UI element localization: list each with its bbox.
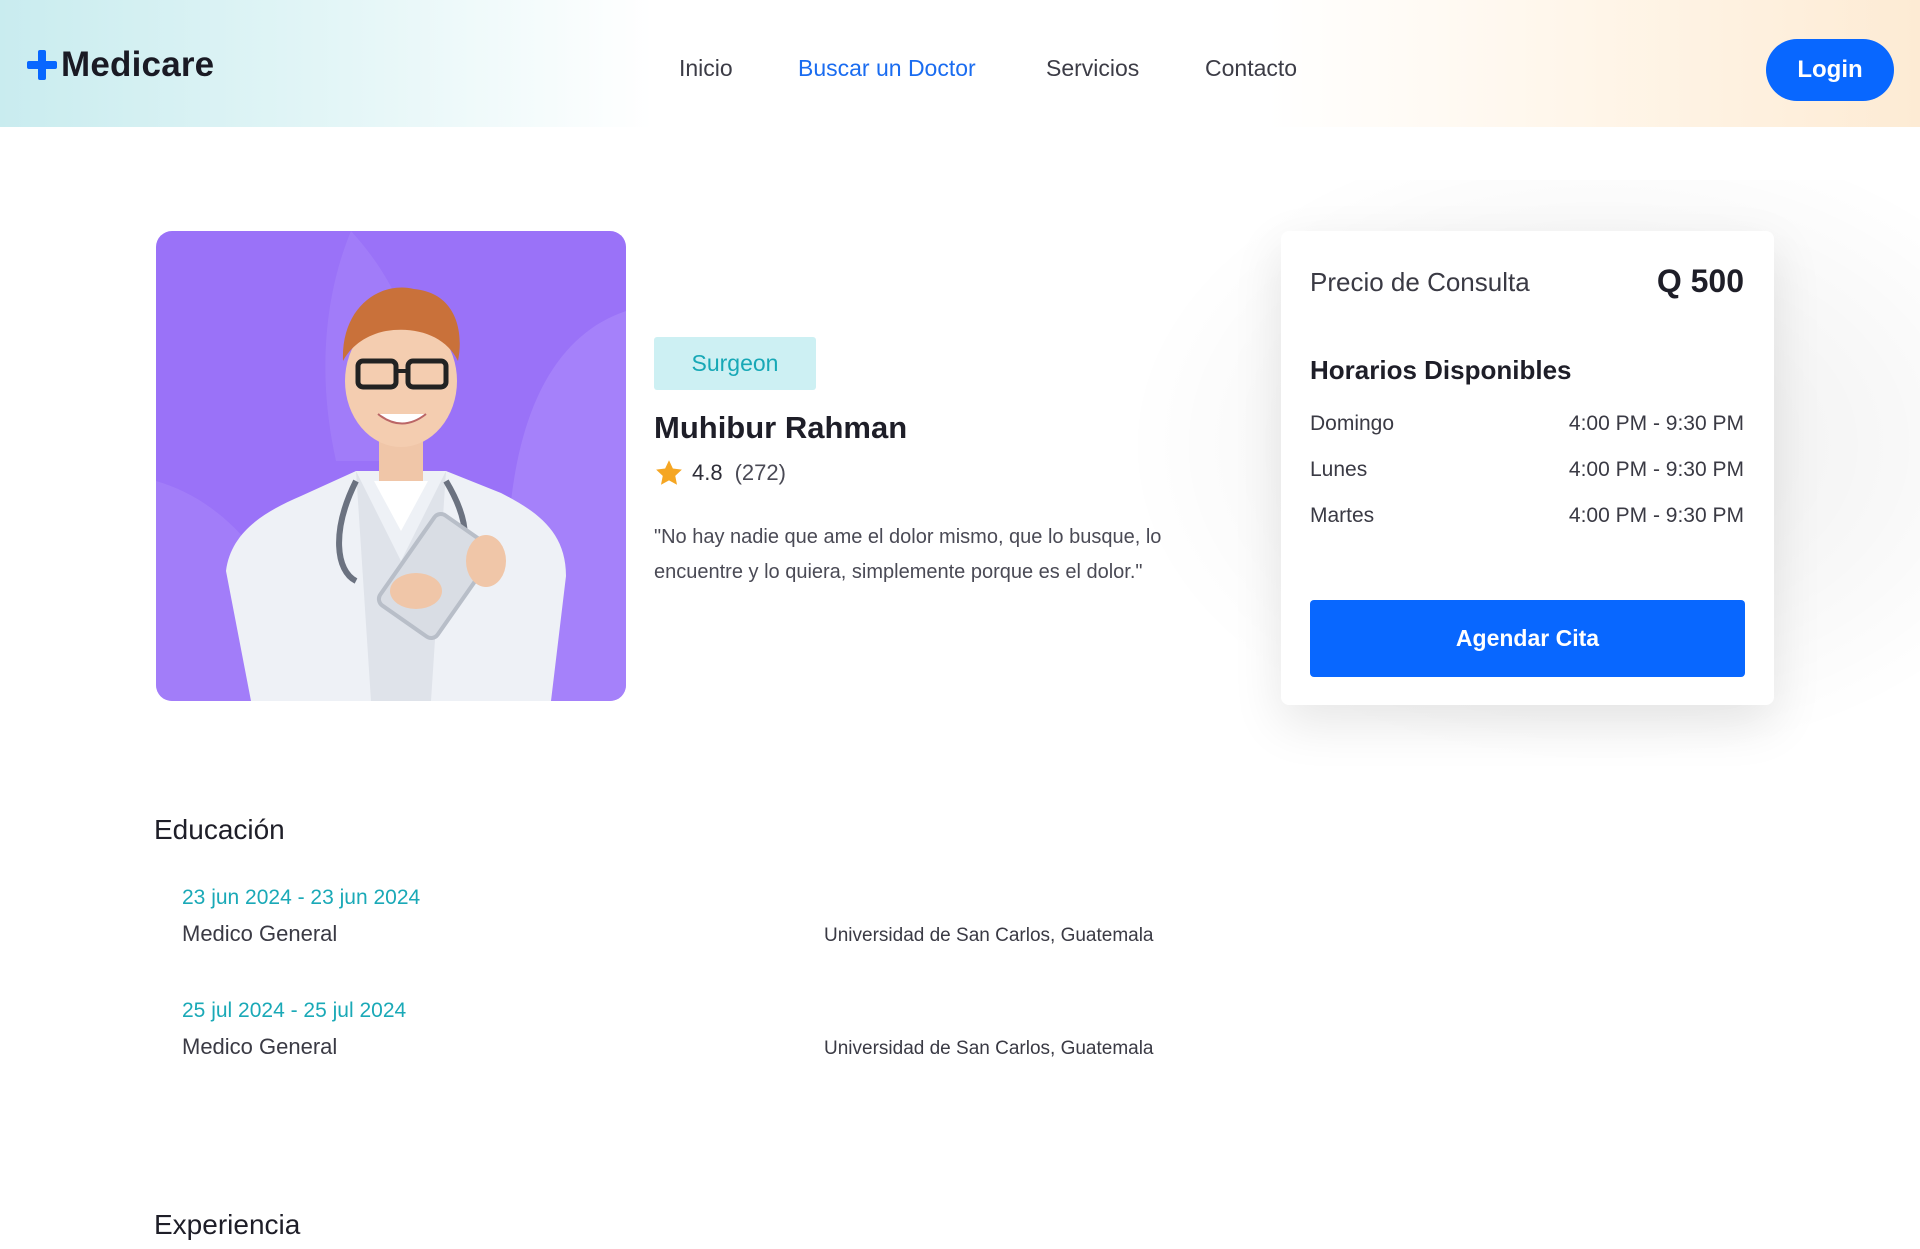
schedule-day: Domingo <box>1310 412 1395 435</box>
specialty-badge: Surgeon <box>654 337 816 390</box>
nav-contacto[interactable]: Contacto <box>1205 55 1297 82</box>
nav-buscar-doctor[interactable]: Buscar un Doctor <box>798 55 976 82</box>
booking-card: Precio de Consulta Q 500 Horarios Dispon… <box>1281 231 1774 705</box>
schedule-time: 4:00 PM - 9:30 PM <box>1568 458 1744 481</box>
review-count: (272) <box>734 460 786 485</box>
education-degree: Medico General <box>182 921 338 946</box>
rating: 4.8 (272) <box>654 458 786 488</box>
schedule-row: Domingo 4:00 PM - 9:30 PM <box>1310 412 1744 442</box>
schedule-time: 4:00 PM - 9:30 PM <box>1568 412 1744 435</box>
book-appointment-button[interactable]: Agendar Cita <box>1310 600 1745 677</box>
nav-inicio[interactable]: Inicio <box>679 55 733 82</box>
experience-title: Experiencia <box>154 1209 301 1240</box>
schedule-day: Lunes <box>1310 458 1368 481</box>
schedule-title: Horarios Disponibles <box>1310 355 1572 385</box>
education-dates: 25 jul 2024 - 25 jul 2024 <box>182 999 407 1022</box>
star-icon <box>656 460 682 485</box>
nav-servicios[interactable]: Servicios <box>1046 55 1139 82</box>
doctor-bio: "No hay nadie que ame el dolor mismo, qu… <box>654 526 1162 583</box>
education-institution: Universidad de San Carlos, Guatemala <box>824 925 1154 946</box>
doctor-photo <box>156 231 626 701</box>
education-title: Educación <box>154 814 285 845</box>
education-degree: Medico General <box>182 1034 338 1059</box>
site-header: Medicare Inicio Buscar un Doctor Servici… <box>0 0 1920 127</box>
doctor-illustration <box>156 231 626 701</box>
main-nav: Inicio Buscar un Doctor Servicios Contac… <box>0 55 1920 85</box>
rating-value: 4.8 <box>692 460 723 485</box>
schedule-time: 4:00 PM - 9:30 PM <box>1568 504 1744 527</box>
price-value: Q 500 <box>1656 263 1744 299</box>
price-label: Precio de Consulta <box>1310 267 1530 297</box>
schedule-day: Martes <box>1310 504 1375 527</box>
education-dates: 23 jun 2024 - 23 jun 2024 <box>182 886 421 909</box>
schedule-row: Lunes 4:00 PM - 9:30 PM <box>1310 458 1744 488</box>
education-institution: Universidad de San Carlos, Guatemala <box>824 1038 1154 1059</box>
login-button[interactable]: Login <box>1766 39 1894 101</box>
schedule-row: Martes 4:00 PM - 9:30 PM <box>1310 504 1744 534</box>
doctor-name: Muhibur Rahman <box>654 410 908 445</box>
